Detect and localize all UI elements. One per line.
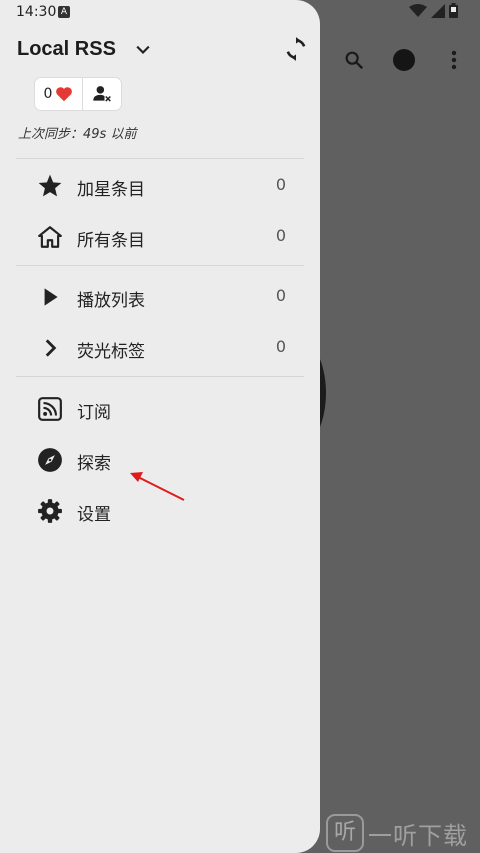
- annotation-arrow: [130, 472, 185, 501]
